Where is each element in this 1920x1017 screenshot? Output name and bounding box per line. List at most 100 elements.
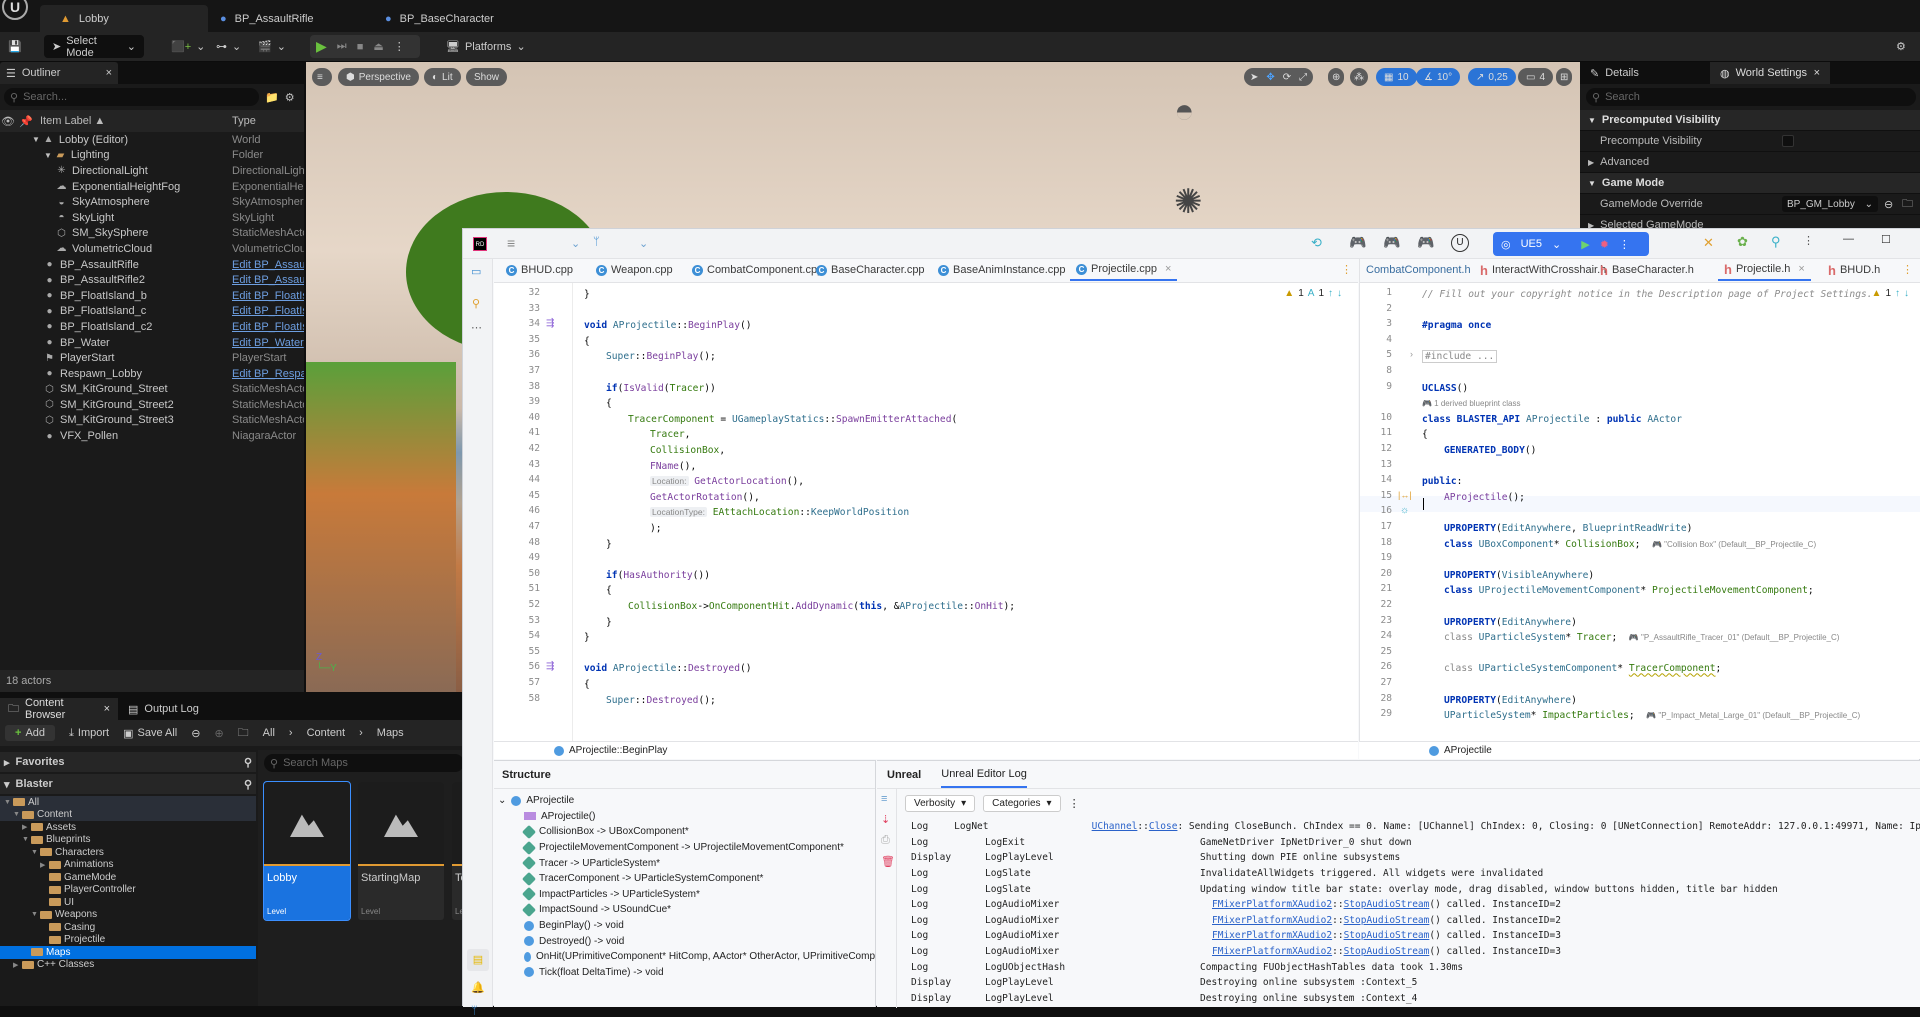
platforms-dropdown[interactable]: 🖥 Platforms ⌄: [440, 35, 532, 58]
search-icon[interactable]: ⚲: [244, 778, 252, 791]
details-property-row[interactable]: Precompute Visibility: [1580, 131, 1920, 152]
folder-tree-item[interactable]: UI: [0, 896, 256, 909]
more-icon[interactable]: ⋮: [1619, 238, 1630, 251]
code-line[interactable]: FName(),: [650, 459, 696, 475]
pin-icon[interactable]: 📌: [16, 115, 36, 128]
editor-tab[interactable]: h BaseCharacter.h: [1594, 259, 1700, 281]
favorites-section[interactable]: ▸ Favorites ⚲: [0, 752, 256, 772]
doc-tab-bp-assaultrifle[interactable]: ● BP_AssaultRifle: [200, 5, 334, 32]
details-property-row[interactable]: GameMode Override BP_GM_Lobby ⌄ ⊖ 🗀: [1580, 194, 1920, 215]
structure-item[interactable]: CollisionBox -> UBoxComponent*: [521, 824, 875, 840]
log-row[interactable]: Log LogAudioMixer FMixerPlatformXAudio2::S…: [899, 944, 1920, 960]
outliner-row[interactable]: ⬡ SM_KitGround_Street2 StaticMeshActo: [0, 397, 304, 413]
content-browser-tab[interactable]: 🗀 Content Browser ×: [0, 697, 118, 721]
code-line[interactable]: public:: [1422, 474, 1462, 490]
explorer-icon[interactable]: ▭: [471, 265, 481, 278]
code-line[interactable]: }: [606, 537, 612, 553]
code-line[interactable]: class UProjectileMovementComponent* Proj…: [1444, 583, 1814, 599]
blueprints-button[interactable]: ⊶ ⌄: [210, 35, 247, 58]
gamepad-icon[interactable]: 🎮: [1417, 234, 1434, 251]
code-line[interactable]: class UParticleSystemComponent* TracerCo…: [1444, 661, 1721, 677]
caret-down-icon[interactable]: ▼: [44, 151, 52, 160]
outliner-row[interactable]: ⚑ PlayerStart PlayerStart: [0, 350, 304, 366]
close-icon[interactable]: ×: [106, 67, 112, 79]
editor-tab[interactable]: C Weapon.cpp: [590, 259, 679, 281]
viewport-menu-button[interactable]: ≡: [312, 68, 332, 86]
log-row[interactable]: Log LogUObjectHash Compacting FUObjectHash…: [899, 959, 1920, 975]
code-line[interactable]: GENERATED_BODY(): [1444, 443, 1536, 459]
code-line[interactable]: Super::Destroyed();: [606, 693, 716, 709]
outliner-row[interactable]: ⬡ SM_SkySphere StaticMeshActo: [0, 226, 304, 242]
edit-blueprint-link[interactable]: Edit BP_Assault: [232, 259, 304, 271]
rotation-snap-toggle[interactable]: ∡ 10°: [1416, 68, 1461, 86]
add-folder-icon[interactable]: 📁: [265, 91, 279, 104]
forward-icon[interactable]: ⊕: [214, 727, 223, 740]
stop-icon[interactable]: ■: [357, 41, 364, 53]
viewport-layout-button[interactable]: ⊞: [1556, 68, 1573, 86]
generate-definition-icon[interactable]: |↔|: [1398, 490, 1412, 500]
soft-wrap-icon[interactable]: ≡: [877, 789, 896, 809]
add-button[interactable]: + Add: [5, 725, 56, 741]
code-line[interactable]: {: [584, 334, 590, 350]
code-line[interactable]: }: [606, 615, 612, 631]
details-category[interactable]: ▼ Precomputed Visibility: [1580, 110, 1920, 131]
editor-tab[interactable]: C Projectile.cpp ×: [1070, 259, 1178, 281]
code-line[interactable]: {: [1422, 427, 1428, 443]
editor-tab[interactable]: h Projectile.h ×: [1718, 259, 1811, 281]
folder-tree-item[interactable]: ▶ C++ Classes: [0, 959, 256, 972]
rider-logo-icon[interactable]: RD: [473, 237, 487, 251]
camera-speed-button[interactable]: ▭ 4: [1518, 68, 1554, 86]
editor-tab[interactable]: CombatComponent.h: [1360, 259, 1477, 281]
folder-tree-item[interactable]: Maps: [0, 946, 256, 959]
folder-tree-item[interactable]: ▼ All: [0, 796, 256, 809]
branch-dropdown[interactable]: ⌄: [639, 237, 648, 250]
code-line[interactable]: void AProjectile::BeginPlay(): [584, 318, 752, 334]
code-line[interactable]: {: [606, 583, 612, 599]
log-row[interactable]: Log LogNet UChannel::Close: Sending CloseB…: [899, 819, 1920, 835]
folder-tree-item[interactable]: Projectile: [0, 934, 256, 947]
header-inspection-widget[interactable]: ▲ 1 ↑ ↓: [1872, 288, 1909, 299]
breadcrumb-maps[interactable]: Maps: [377, 727, 404, 739]
categories-dropdown[interactable]: Categories ▾: [983, 795, 1061, 812]
more-icon[interactable]: ⋮: [1341, 263, 1352, 276]
code-line[interactable]: TracerComponent = UGameplayStatics::Spaw…: [628, 412, 957, 428]
code-line[interactable]: class UParticleSystem* Tracer; 🎮 "P_Assa…: [1444, 630, 1839, 646]
code-line[interactable]: Location: GetActorLocation(),: [650, 474, 804, 490]
code-line[interactable]: // Fill out your copyright notice in the…: [1422, 287, 1873, 303]
code-line[interactable]: class UBoxComponent* CollisionBox; 🎮 "Co…: [1444, 537, 1816, 553]
import-button[interactable]: ⤓ Import: [69, 727, 109, 740]
column-type[interactable]: Type: [232, 115, 256, 127]
more-icon[interactable]: ⋮: [394, 40, 405, 53]
main-menu-icon[interactable]: ≡: [507, 235, 515, 251]
run-icon[interactable]: ▶: [1581, 238, 1589, 251]
verbosity-dropdown[interactable]: Verbosity ▾: [905, 795, 976, 812]
cpp-inspection-widget[interactable]: ▲ 1 A1 ↑ ↓: [1284, 288, 1342, 299]
unreal-tab[interactable]: Unreal: [887, 769, 921, 781]
code-line[interactable]: }: [584, 630, 590, 646]
project-dropdown[interactable]: ⌄: [571, 237, 580, 250]
edit-blueprint-link[interactable]: Edit BP_FloatIsl: [232, 290, 304, 302]
code-line[interactable]: void AProjectile::Destroyed(): [584, 661, 752, 677]
folder-tree-item[interactable]: ▼ Weapons: [0, 909, 256, 922]
structure-item[interactable]: Tracer -> UParticleSystem*: [521, 855, 875, 871]
precompute-visibility-checkbox[interactable]: [1782, 135, 1794, 147]
edit-blueprint-link[interactable]: Edit BP_Water: [232, 337, 304, 349]
gamepad-debug-icon[interactable]: 🎮: [1383, 234, 1400, 251]
code-line[interactable]: CollisionBox,: [650, 443, 725, 459]
sync-icon[interactable]: ⟲: [1311, 235, 1322, 251]
unreal-logo-icon[interactable]: U: [2, 0, 28, 20]
log-row[interactable]: Log LogSlate InvalidateAllWidgets triggere…: [899, 866, 1920, 882]
find-in-content-browser-icon[interactable]: 🗀: [1902, 195, 1913, 214]
edit-blueprint-link[interactable]: Edit BP_FloatIsl: [232, 321, 304, 333]
save-all-button[interactable]: ▣ Save All: [123, 727, 177, 740]
editor-tab[interactable]: C BHUD.cpp: [500, 259, 579, 281]
more-icon[interactable]: ⋮: [1069, 797, 1080, 810]
caret-down-icon[interactable]: ▼: [32, 135, 40, 144]
folder-tree-item[interactable]: ▶ Assets: [0, 821, 256, 834]
gamepad-run-icon[interactable]: 🎮: [1349, 234, 1366, 251]
browse-to-asset-icon[interactable]: ⊖: [1884, 198, 1893, 211]
edit-blueprint-link[interactable]: Edit BP_Assault: [232, 274, 304, 286]
breadcrumb-content[interactable]: Content: [307, 727, 346, 739]
translate-tool-icon[interactable]: ✥: [1266, 72, 1274, 83]
outliner-row[interactable]: ⬡ SM_KitGround_Street StaticMeshActo: [0, 382, 304, 398]
